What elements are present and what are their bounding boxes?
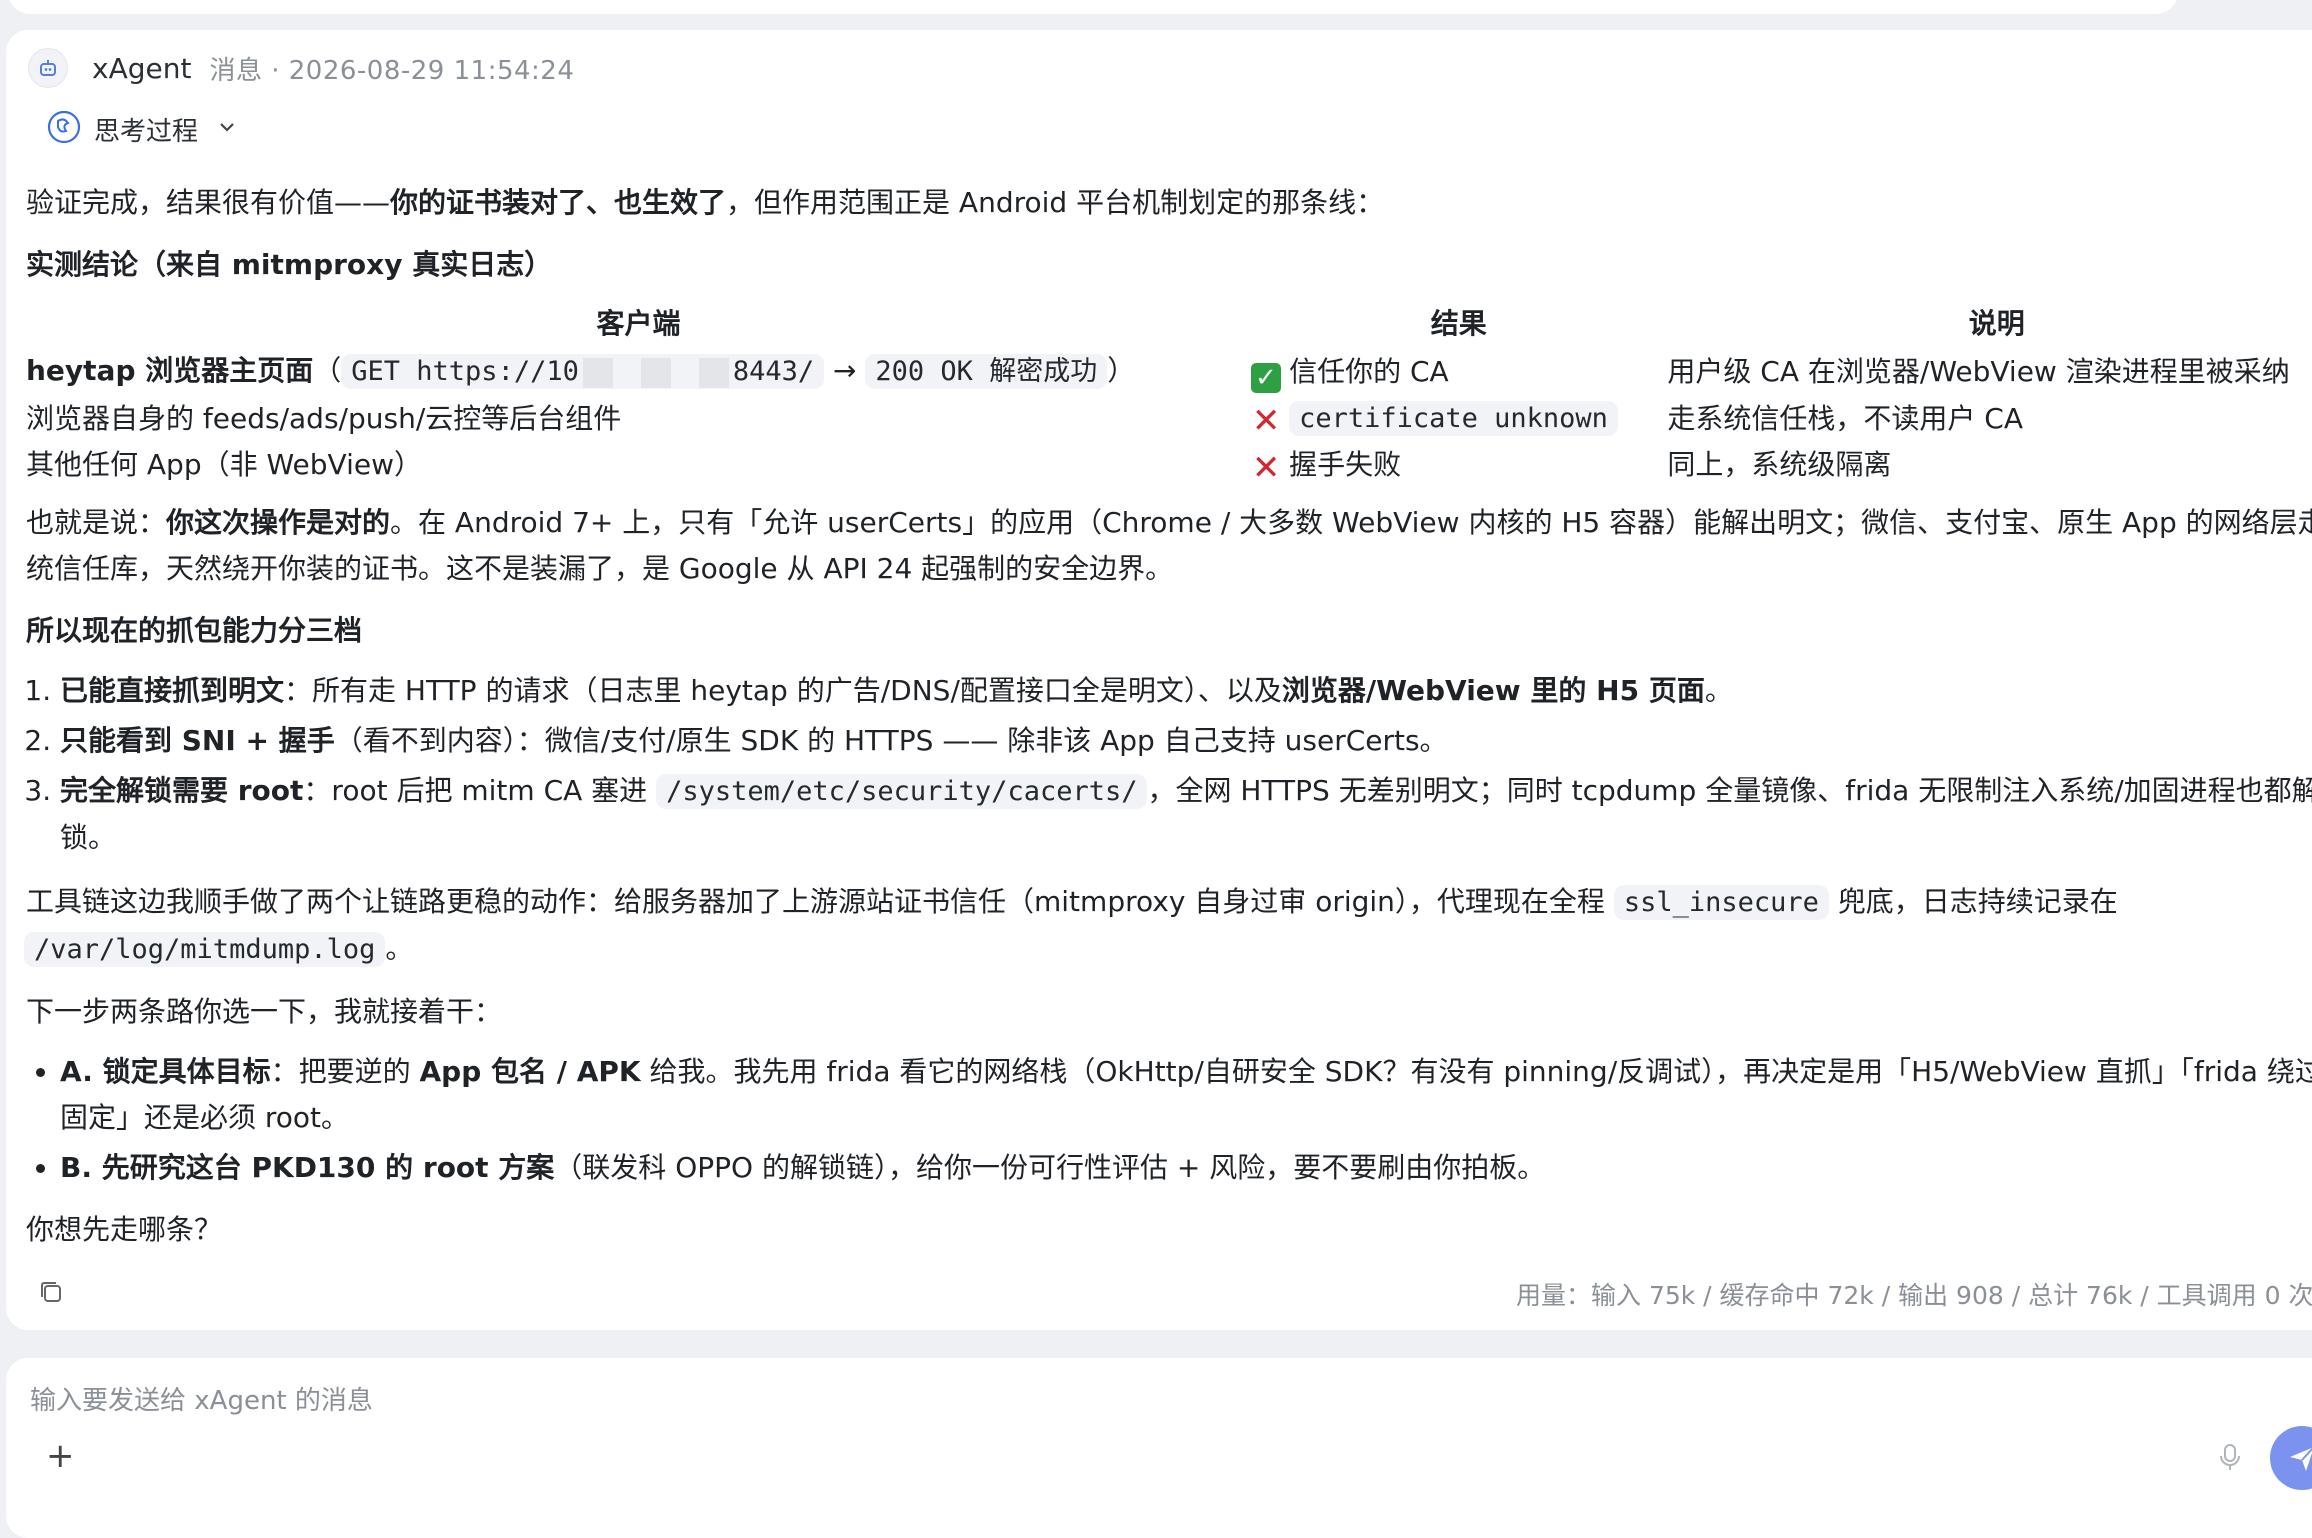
- table-row: 浏览器自身的 feeds/ads/push/云控等后台组件 ✕ certifica…: [26, 395, 2312, 442]
- list-item: B. 先研究这台 PKD130 的 root 方案（联发科 OPPO 的解锁链）…: [60, 1145, 2312, 1191]
- thinking-icon: [46, 109, 82, 149]
- option-bold: App 包名 / APK: [419, 1055, 641, 1088]
- message-meta: 消息 · 2026-08-29 11:54:24: [209, 55, 575, 86]
- table-cell-result: ✓ 信任你的 CA: [1251, 348, 1667, 395]
- option-text-line2: 固定」还是必须 root。: [60, 1101, 350, 1134]
- result-text: 握手失败: [1289, 448, 1402, 481]
- thinking-toggle[interactable]: 思考过程: [46, 106, 238, 152]
- intro-suffix: ，但作用范围正是 Android 平台机制划定的那条线：: [726, 186, 1385, 219]
- list-item: 只能看到 SNI + 握手（看不到内容）：微信/支付/原生 SDK 的 HTTP…: [60, 718, 2312, 764]
- message-body: 验证完成，结果很有价值——你的证书装对了、也生效了，但作用范围正是 Androi…: [24, 180, 2312, 1253]
- status-code: 200 OK 解密成功: [865, 354, 1108, 389]
- item-text: ，全网 HTTPS 无差别明文；同时 tcpdump 全量镜像、frida 无限…: [1147, 774, 2312, 807]
- para2-line1: 。在 Android 7+ 上，只有「允许 userCerts」的应用（Chro…: [390, 506, 2312, 539]
- item-text: （看不到内容）：微信/支付/原生 SDK 的 HTTPS —— 除非该 App …: [334, 724, 1448, 757]
- capability-list: 已能直接抓到明文：所有走 HTTP 的请求（日志里 heytap 的广告/DNS…: [26, 668, 2312, 861]
- intro-bold: 你的证书装对了、也生效了: [390, 186, 727, 219]
- toolchain-paragraph-line2: /var/log/mitmdump.log。: [24, 926, 2312, 973]
- code-prefix: GET https://10: [351, 356, 579, 387]
- code-suffix: 8443/: [732, 356, 815, 387]
- intro-paragraph: 验证完成，结果很有价值——你的证书装对了、也生效了，但作用范围正是 Androi…: [26, 180, 2312, 226]
- option-text: （联发科 OPPO 的解锁链），给你一份可行性评估 + 风险，要不要刷由你拍板。: [554, 1151, 1546, 1184]
- section-title-capabilities: 所以现在的抓包能力分三档: [26, 614, 363, 647]
- bot-icon: [28, 48, 68, 88]
- list-item: A. 锁定具体目标：把要逆的 App 包名 / APK 给我。我先用 frida…: [60, 1049, 2312, 1141]
- message-input[interactable]: 输入要发送给 xAgent 的消息: [30, 1380, 373, 1417]
- explain-paragraph-line2: 统信任库，天然绕开你装的证书。这不是装漏了，是 Google 从 API 24 …: [26, 552, 1174, 585]
- table-cell-client: heytap 浏览器主页面（ GET https://10 8443/ → 200 …: [26, 348, 1251, 395]
- option-bold: A. 锁定具体目标: [60, 1055, 271, 1088]
- item-bold: 完全解锁需要 root: [60, 774, 304, 807]
- path-code: /system/etc/security/cacerts/: [656, 774, 1148, 809]
- redacted-block: [640, 357, 671, 388]
- redacted-block: [582, 357, 613, 388]
- previous-message-card: [8, 0, 2178, 14]
- section-title-results: 实测结论（来自 mitmproxy 真实日志）: [26, 248, 553, 281]
- request-code: GET https://10 8443/: [341, 354, 825, 389]
- table-cell-client: 其他任何 App（非 WebView）: [26, 448, 422, 481]
- thinking-label: 思考过程: [94, 116, 199, 147]
- intro-text: 验证完成，结果很有价值——: [26, 186, 391, 219]
- paren-open: （: [313, 354, 342, 387]
- plus-icon[interactable]: +: [46, 1436, 75, 1476]
- client-name: heytap 浏览器主页面: [26, 354, 314, 387]
- item-end: 。: [1704, 674, 1733, 707]
- composer: 输入要发送给 xAgent 的消息 +: [6, 1358, 2312, 1538]
- ssl-insecure-code: ssl_insecure: [1613, 885, 1829, 920]
- agent-name: xAgent: [92, 51, 192, 85]
- table-header-row: 客户端 结果 说明: [26, 300, 2312, 348]
- table-header-note: 说明: [1968, 307, 2025, 340]
- message-footer: 用量：输入 75k / 缓存命中 72k / 输出 908 / 总计 76k /…: [36, 1274, 2312, 1314]
- table-cell-note: 同上，系统级隔离: [1667, 448, 1892, 481]
- mic-icon[interactable]: [2218, 1442, 2242, 1476]
- item-bold: 已能直接抓到明文: [60, 674, 285, 707]
- table-header-result: 结果: [1430, 307, 1487, 340]
- arrow: →: [833, 354, 857, 387]
- message-header: xAgent 消息 · 2026-08-29 11:54:24: [28, 48, 574, 88]
- table-row: 其他任何 App（非 WebView） ✕ 握手失败 同上，系统级隔离: [26, 442, 2312, 488]
- results-table: 客户端 结果 说明 heytap 浏览器主页面（ GET https://10 84…: [26, 300, 2312, 488]
- item-text: ：root 后把 mitm CA 塞进: [303, 774, 657, 807]
- table-cell-note: 用户级 CA 在浏览器/WebView 渲染进程里被采纳: [1667, 354, 2290, 388]
- para3-end: 。: [385, 932, 414, 965]
- result-text: 信任你的 CA: [1289, 354, 1449, 388]
- option-text: 给我。我先用 frida 看它的网络栈（OkHttp/自研安全 SDK？有没有 …: [640, 1055, 2312, 1088]
- send-icon[interactable]: [2270, 1426, 2312, 1490]
- para3-text: 兜底，日志持续记录在: [1828, 885, 2118, 918]
- para2-bold: 你这次操作是对的: [166, 506, 391, 539]
- log-path-code: /var/log/mitmdump.log: [24, 932, 386, 967]
- item-bold: 只能看到 SNI + 握手: [60, 724, 335, 757]
- table-header-client: 客户端: [596, 307, 681, 340]
- para3-text: 工具链这边我顺手做了两个让链路更稳的动作：给服务器加了上游源站证书信任（mitm…: [26, 885, 1614, 918]
- options-list: A. 锁定具体目标：把要逆的 App 包名 / APK 给我。我先用 frida…: [26, 1049, 2312, 1191]
- usage-stats: 用量：输入 75k / 缓存命中 72k / 输出 908 / 总计 76k /…: [1516, 1281, 2312, 1310]
- explain-paragraph: 也就是说：你这次操作是对的。在 Android 7+ 上，只有「允许 userC…: [26, 500, 2312, 546]
- table-cell-client: 浏览器自身的 feeds/ads/push/云控等后台组件: [26, 401, 622, 435]
- list-item: 完全解锁需要 root：root 后把 mitm CA 塞进 /system/e…: [60, 768, 2312, 861]
- cross-icon: ✕: [1251, 401, 1281, 441]
- table-row: heytap 浏览器主页面（ GET https://10 8443/ → 200 …: [26, 348, 2312, 395]
- option-text: ：把要逆的: [270, 1055, 420, 1088]
- toolchain-paragraph: 工具链这边我顺手做了两个让链路更稳的动作：给服务器加了上游源站证书信任（mitm…: [26, 879, 2312, 926]
- item-text-line2: 锁。: [60, 821, 117, 854]
- item-bold: 浏览器/WebView 里的 H5 页面: [1281, 674, 1705, 707]
- paren-close: ）: [1107, 354, 1136, 387]
- table-cell-result: ✕ certificate unknown: [1251, 395, 1667, 442]
- chevron-down-icon: [216, 116, 238, 142]
- closing-question: 你想先走哪条？: [26, 1213, 223, 1246]
- table-cell-note: 走系统信任栈，不读用户 CA: [1667, 401, 2024, 435]
- copy-icon[interactable]: [36, 1277, 66, 1311]
- option-bold: B. 先研究这台 PKD130 的 root 方案: [60, 1151, 555, 1184]
- next-step-paragraph: 下一步两条路你选一下，我就接着干：: [26, 995, 503, 1028]
- item-text: ：所有走 HTTP 的请求（日志里 heytap 的广告/DNS/配置接口全是明…: [284, 674, 1282, 707]
- check-icon: ✓: [1251, 362, 1282, 393]
- cross-icon: ✕: [1251, 448, 1281, 488]
- list-item: 已能直接抓到明文：所有走 HTTP 的请求（日志里 heytap 的广告/DNS…: [60, 668, 2312, 714]
- result-code: certificate unknown: [1289, 401, 1618, 436]
- redacted-block: [698, 357, 729, 388]
- table-cell-result: ✕ 握手失败: [1251, 442, 1667, 488]
- para2-prefix: 也就是说：: [26, 506, 167, 539]
